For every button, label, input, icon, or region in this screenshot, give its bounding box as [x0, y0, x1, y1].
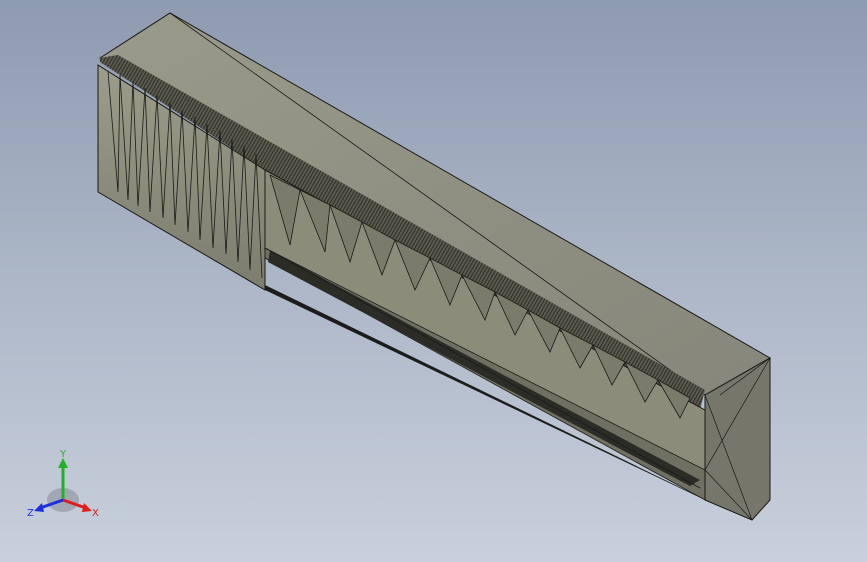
- part-model[interactable]: [0, 0, 867, 562]
- z-axis-label: Z: [27, 508, 34, 519]
- coordinate-triad: Y X Z: [27, 449, 99, 519]
- z-arrow-icon: [34, 503, 44, 512]
- y-axis-label: Y: [59, 449, 67, 460]
- graphics-viewport[interactable]: Y X Z: [0, 0, 867, 562]
- x-arrow-icon: [82, 503, 92, 512]
- x-axis-label: X: [92, 508, 99, 519]
